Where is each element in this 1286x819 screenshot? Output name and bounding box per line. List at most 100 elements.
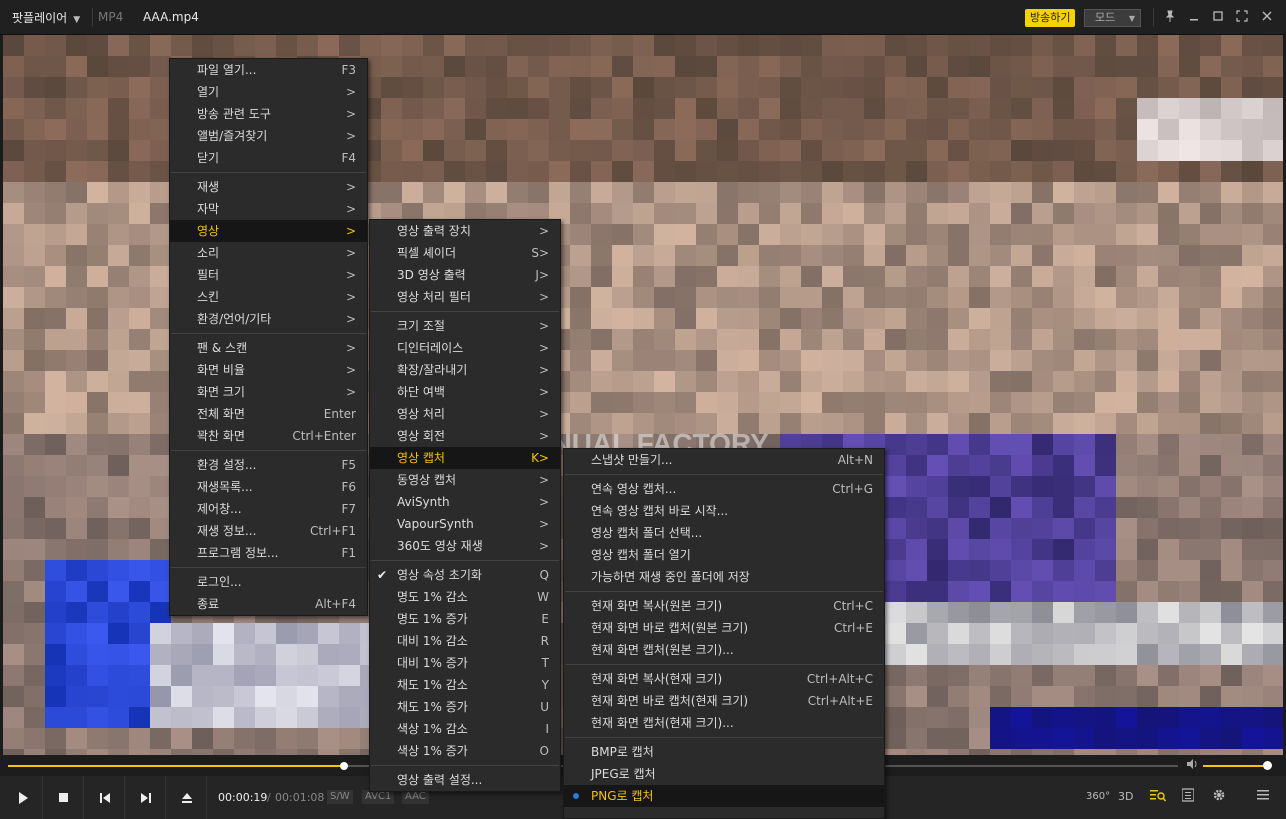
- menu-item-label: 소리: [197, 246, 220, 260]
- menu-item-shortcut: J>: [535, 268, 549, 282]
- video-menu-item[interactable]: 크기 조절 >: [370, 315, 560, 337]
- menu-separator: [564, 588, 884, 595]
- capture-menu-item[interactable]: 연속 영상 캡처 바로 시작...: [564, 500, 884, 522]
- main-menu-item[interactable]: 전체 화면 Enter: [170, 403, 367, 425]
- next-button[interactable]: [126, 776, 166, 819]
- fullscreen-icon[interactable]: [1235, 10, 1249, 24]
- main-menu-item[interactable]: 꽉찬 화면 Ctrl+Enter: [170, 425, 367, 447]
- 3d-button[interactable]: 3D: [1118, 788, 1133, 806]
- playlist-icon[interactable]: [1181, 788, 1195, 806]
- capture-menu-item[interactable]: 연속 영상 캡처... Ctrl+G: [564, 478, 884, 500]
- app-menu-button[interactable]: 팟플레이어 ▼: [12, 9, 80, 26]
- video-menu-item[interactable]: 3D 영상 출력 J>: [370, 264, 560, 286]
- video-menu-item[interactable]: 동영상 캡처 >: [370, 469, 560, 491]
- video-menu-item[interactable]: 색상 1% 감소 I: [370, 718, 560, 740]
- vr360-button[interactable]: 360°: [1086, 788, 1110, 806]
- main-menu-item[interactable]: 제어창... F7: [170, 498, 367, 520]
- video-menu-item[interactable]: 채도 1% 감소 Y: [370, 674, 560, 696]
- video-menu-item[interactable]: VapourSynth >: [370, 513, 560, 535]
- capture-menu-item[interactable]: 현재 화면 바로 캡처(현재 크기) Ctrl+Alt+E: [564, 690, 884, 712]
- video-menu-item[interactable]: 영상 처리 >: [370, 403, 560, 425]
- video-menu-item[interactable]: AviSynth >: [370, 491, 560, 513]
- menu-item-shortcut: Ctrl+G: [832, 482, 873, 496]
- capture-menu-item[interactable]: 현재 화면 복사(현재 크기) Ctrl+Alt+C: [564, 668, 884, 690]
- main-menu-item[interactable]: 파일 열기... F3: [170, 59, 367, 81]
- capture-menu-item[interactable]: 현재 화면 복사(원본 크기) Ctrl+C: [564, 595, 884, 617]
- capture-menu-item[interactable]: JPEG로 캡처: [564, 763, 884, 785]
- menu-item-label: 자막: [197, 202, 220, 216]
- playlist-search-icon[interactable]: [1149, 788, 1167, 806]
- menu-item-shortcut: >: [345, 129, 356, 143]
- audio-codec-badge[interactable]: AAC: [402, 790, 429, 804]
- main-menu-item[interactable]: 환경 설정... F5: [170, 454, 367, 476]
- volume-icon[interactable]: [1186, 758, 1198, 773]
- video-menu-item[interactable]: 360도 영상 재생 >: [370, 535, 560, 557]
- decoder-badge[interactable]: S/W: [327, 790, 353, 804]
- capture-menu-item[interactable]: 현재 화면 캡처(현재 크기)...: [564, 712, 884, 734]
- volume-slider[interactable]: [1203, 765, 1269, 767]
- main-menu-icon[interactable]: [1256, 788, 1270, 806]
- menu-item-label: 재생: [197, 180, 220, 194]
- menu-item-shortcut: Y: [541, 678, 549, 692]
- close-icon[interactable]: [1260, 10, 1274, 24]
- capture-menu-item[interactable]: 현재 화면 바로 캡처(원본 크기) Ctrl+E: [564, 617, 884, 639]
- main-menu-item[interactable]: 팬 & 스캔 >: [170, 337, 367, 359]
- video-menu-item[interactable]: 색상 1% 증가 O: [370, 740, 560, 762]
- pin-icon[interactable]: [1163, 10, 1177, 24]
- main-menu-item[interactable]: 방송 관련 도구 >: [170, 103, 367, 125]
- video-menu-item[interactable]: 영상 캡처 K>: [370, 447, 560, 469]
- video-menu-item[interactable]: 명도 1% 증가 E: [370, 608, 560, 630]
- settings-gear-icon[interactable]: [1211, 788, 1227, 806]
- mode-select[interactable]: 모드 ▼: [1084, 9, 1141, 27]
- main-menu-item[interactable]: 재생 >: [170, 176, 367, 198]
- video-menu-item[interactable]: 명도 1% 감소 W: [370, 586, 560, 608]
- main-menu-item[interactable]: 스킨 >: [170, 286, 367, 308]
- play-button[interactable]: [3, 776, 43, 819]
- video-menu-item[interactable]: 픽셀 셰이더 S>: [370, 242, 560, 264]
- main-menu-item[interactable]: 화면 크기 >: [170, 381, 367, 403]
- menu-separator: [564, 734, 884, 741]
- main-menu-item[interactable]: 종료 Alt+F4: [170, 593, 367, 615]
- maximize-icon[interactable]: [1211, 10, 1225, 24]
- main-menu-item[interactable]: 프로그램 정보... F1: [170, 542, 367, 564]
- main-menu-item[interactable]: 닫기 F4: [170, 147, 367, 169]
- main-menu-item[interactable]: 환경/언어/기타 >: [170, 308, 367, 330]
- capture-menu-item[interactable]: 스냅샷 만들기... Alt+N: [564, 449, 884, 471]
- main-menu-item[interactable]: 소리 >: [170, 242, 367, 264]
- video-codec-badge[interactable]: AVC1: [362, 790, 395, 804]
- video-menu-item[interactable]: 대비 1% 감소 R: [370, 630, 560, 652]
- capture-menu-item[interactable]: 영상 캡처 폴더 열기: [564, 544, 884, 566]
- capture-menu-item[interactable]: 영상 캡처 폴더 선택...: [564, 522, 884, 544]
- video-menu-item[interactable]: 디인터레이스 >: [370, 337, 560, 359]
- main-menu-item[interactable]: 앨범/즐겨찾기 >: [170, 125, 367, 147]
- capture-menu-item[interactable]: BMP로 캡처: [564, 741, 884, 763]
- stop-button[interactable]: [44, 776, 84, 819]
- main-menu-item[interactable]: 자막 >: [170, 198, 367, 220]
- previous-button[interactable]: [85, 776, 125, 819]
- broadcast-button[interactable]: 방송하기: [1025, 9, 1076, 27]
- video-menu-item[interactable]: 하단 여백 >: [370, 381, 560, 403]
- video-menu-item[interactable]: 영상 처리 필터 >: [370, 286, 560, 308]
- main-menu-item[interactable]: 재생 정보... Ctrl+F1: [170, 520, 367, 542]
- radio-selected-icon: [573, 793, 579, 799]
- capture-menu-item[interactable]: 가능하면 재생 중인 폴더에 저장: [564, 566, 884, 588]
- main-menu-item[interactable]: 화면 비율 >: [170, 359, 367, 381]
- video-menu-item[interactable]: 확장/잘라내기 >: [370, 359, 560, 381]
- capture-menu-item[interactable]: PNG로 캡처: [564, 785, 884, 807]
- main-menu-item[interactable]: 필터 >: [170, 264, 367, 286]
- main-menu-item[interactable]: 영상 >: [170, 220, 367, 242]
- volume-handle[interactable]: [1263, 761, 1272, 770]
- video-menu-item[interactable]: 채도 1% 증가 U: [370, 696, 560, 718]
- eject-button[interactable]: [167, 776, 207, 819]
- video-menu-item[interactable]: 영상 회전 >: [370, 425, 560, 447]
- main-menu-item[interactable]: 열기 >: [170, 81, 367, 103]
- main-menu-item[interactable]: 로그인...: [170, 571, 367, 593]
- seek-handle[interactable]: [339, 762, 348, 770]
- main-menu-item[interactable]: 재생목록... F6: [170, 476, 367, 498]
- video-menu-item[interactable]: 영상 출력 장치 >: [370, 220, 560, 242]
- capture-menu-item[interactable]: 현재 화면 캡처(원본 크기)...: [564, 639, 884, 661]
- video-menu-item[interactable]: ✔ 영상 속성 초기화 Q: [370, 564, 560, 586]
- video-menu-item[interactable]: 대비 1% 증가 T: [370, 652, 560, 674]
- minimize-icon[interactable]: [1187, 10, 1201, 24]
- video-menu-item[interactable]: 영상 출력 설정...: [370, 769, 560, 791]
